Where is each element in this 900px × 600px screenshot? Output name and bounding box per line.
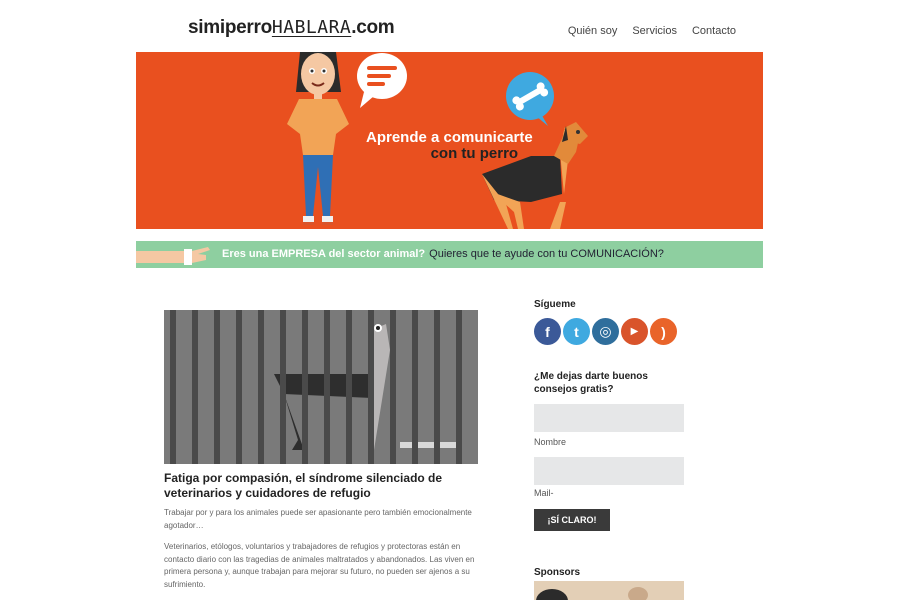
hero-headline: Aprende a comunicarte con tu perro bbox=[366, 129, 533, 162]
site-logo[interactable]: simiperroHABLARA.com bbox=[188, 17, 395, 39]
banner-text: Eres una EMPRESA del sector animal? Quier… bbox=[222, 248, 664, 260]
name-label: Nombre bbox=[534, 437, 567, 447]
bone-bubble-icon bbox=[506, 72, 554, 126]
speech-bubble-icon bbox=[357, 53, 407, 108]
newsletter-title: ¿Me dejas darte buenos consejos gratis? bbox=[534, 371, 648, 395]
nav-item-contacto[interactable]: Contacto bbox=[692, 25, 736, 37]
mail-label: Mail- bbox=[534, 488, 554, 498]
site-header: simiperroHABLARA.com Quién soy Servicios… bbox=[0, 0, 900, 52]
woman-illustration bbox=[287, 52, 349, 225]
post-featured-image[interactable] bbox=[164, 310, 478, 464]
hero-banner[interactable]: Aprende a comunicarte con tu perro bbox=[136, 52, 763, 229]
caged-dog-illustration bbox=[164, 310, 478, 464]
main-nav: Quién soy Servicios Contacto bbox=[568, 25, 736, 37]
rss-icon[interactable]: ) bbox=[650, 318, 677, 345]
facebook-icon[interactable]: f bbox=[534, 318, 561, 345]
mail-input[interactable] bbox=[534, 457, 684, 485]
nav-item-servicios[interactable]: Servicios bbox=[632, 25, 677, 37]
sponsor-illustration bbox=[534, 581, 684, 600]
business-cta-banner[interactable]: Eres una EMPRESA del sector animal? Quier… bbox=[136, 241, 763, 268]
post-title[interactable]: Fatiga por compasión, el síndrome silenc… bbox=[164, 471, 484, 501]
post-body: Veterinarios, etólogos, voluntarios y tr… bbox=[164, 542, 475, 589]
instagram-icon[interactable]: ◎ bbox=[592, 318, 619, 345]
social-icons: f t ◎ ▶ ) bbox=[534, 318, 677, 345]
twitter-icon[interactable]: t bbox=[563, 318, 590, 345]
name-input[interactable] bbox=[534, 404, 684, 432]
subscribe-button[interactable]: ¡SÍ CLARO! bbox=[534, 509, 610, 531]
youtube-icon[interactable]: ▶ bbox=[621, 318, 648, 345]
sponsor-image[interactable] bbox=[534, 581, 684, 600]
follow-title: Sígueme bbox=[534, 299, 576, 310]
sponsors-title: Sponsors bbox=[534, 567, 581, 578]
nav-item-quien-soy[interactable]: Quién soy bbox=[568, 25, 618, 37]
pointing-hand-icon bbox=[136, 247, 210, 265]
post-excerpt: Trabajar por y para los animales puede s… bbox=[164, 508, 472, 530]
